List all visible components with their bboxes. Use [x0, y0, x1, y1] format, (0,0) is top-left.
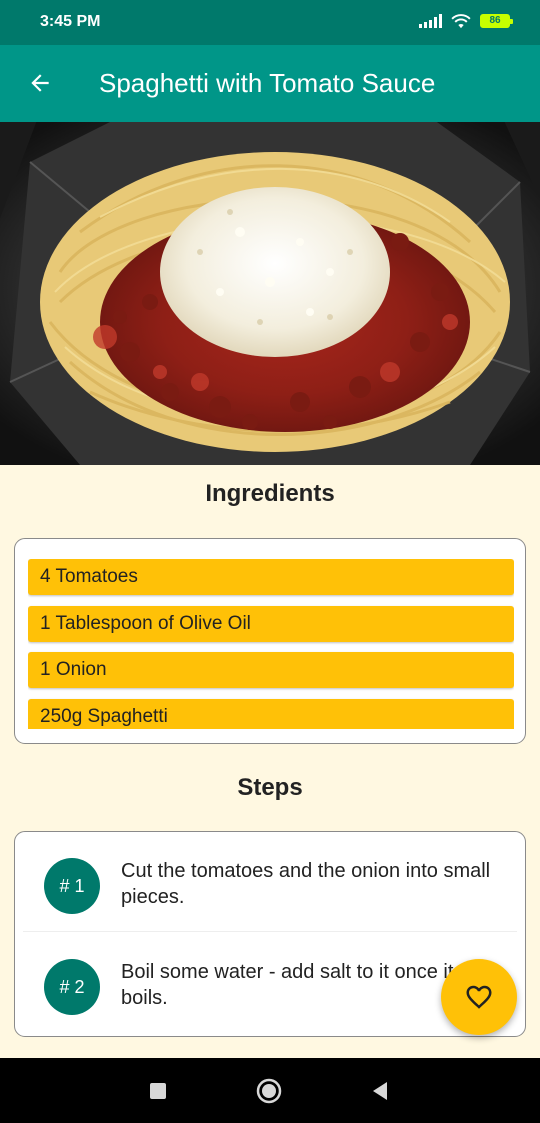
ingredients-list[interactable]: 4 Tomatoes 1 Tablespoon of Olive Oil 1 O…: [28, 559, 514, 729]
ingredient-item: 1 Onion: [28, 652, 514, 688]
heart-outline-icon: [466, 985, 492, 1009]
app-bar: Spaghetti with Tomato Sauce: [0, 45, 540, 122]
status-time: 3:45 PM: [40, 13, 101, 30]
recents-button[interactable]: [145, 1078, 171, 1104]
step-number-badge: # 2: [44, 959, 100, 1015]
ingredients-card: 4 Tomatoes 1 Tablespoon of Olive Oil 1 O…: [14, 538, 526, 744]
system-nav-bar: [0, 1058, 540, 1123]
back-triangle-icon: [373, 1082, 387, 1100]
step-row: # 1 Cut the tomatoes and the onion into …: [23, 832, 517, 932]
nav-back-button[interactable]: [367, 1078, 393, 1104]
wifi-icon: [451, 14, 471, 29]
home-circle-icon: [256, 1078, 282, 1104]
status-bar: 3:45 PM 86: [0, 0, 540, 45]
back-button[interactable]: [22, 65, 58, 101]
ingredient-item: 4 Tomatoes: [28, 559, 514, 595]
battery-icon: 86: [480, 14, 513, 28]
status-icons: 86: [419, 13, 513, 29]
battery-level: 86: [489, 15, 501, 26]
home-button[interactable]: [256, 1078, 282, 1104]
ingredients-title: Ingredients: [205, 480, 335, 507]
step-text: Cut the tomatoes and the onion into smal…: [121, 860, 491, 908]
ingredient-item: 1 Tablespoon of Olive Oil: [28, 605, 514, 642]
page-title: Spaghetti with Tomato Sauce: [99, 68, 436, 98]
arrow-left-icon: [31, 74, 49, 92]
step-number-badge: # 1: [44, 858, 100, 914]
steps-title: Steps: [237, 774, 303, 801]
recents-square-icon: [150, 1083, 166, 1099]
meal-photo-drawing: [0, 122, 540, 465]
signal-icon: [419, 14, 442, 28]
ingredient-item: 250g Spaghetti: [28, 698, 514, 729]
favorite-button[interactable]: [441, 959, 517, 1035]
meal-photo: [0, 122, 540, 465]
step-text: Boil some water - add salt to it once it…: [121, 961, 454, 1009]
